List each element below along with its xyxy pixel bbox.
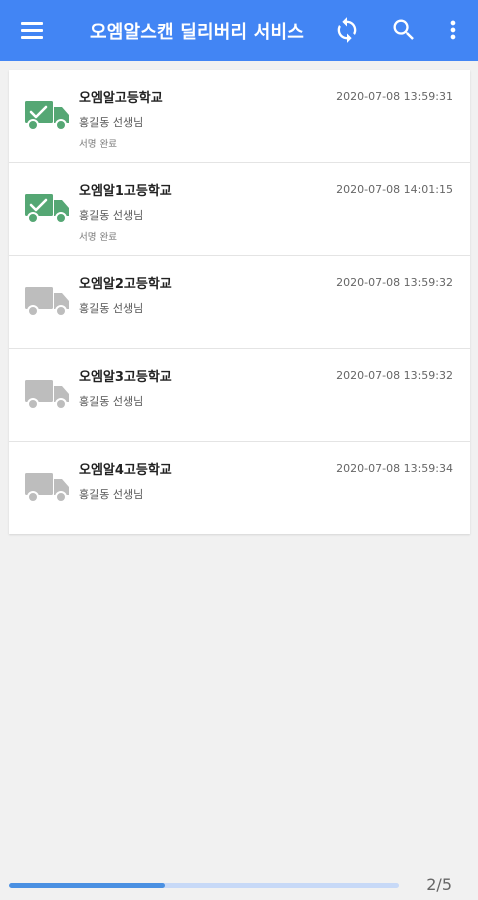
search-icon[interactable]: [390, 16, 418, 44]
truck-delivered-icon: [25, 194, 69, 224]
truck-delivered-icon: [25, 101, 69, 131]
truck-icon: [25, 287, 69, 317]
delivery-time: 2020-07-08 13:59:31: [336, 90, 453, 103]
progress-bar: [9, 883, 399, 888]
teacher-name: 홍길동 선생님: [79, 302, 144, 315]
sync-icon[interactable]: [333, 16, 361, 44]
delivery-list: 오엠알고등학교 2020-07-08 13:59:31 홍길동 선생님 서명 완…: [9, 70, 470, 534]
truck-icon: [25, 380, 69, 410]
school-name: 오엠알1고등학교: [79, 184, 172, 199]
bottom-bar: 2/5: [0, 870, 478, 900]
delivery-item[interactable]: 오엠알2고등학교 2020-07-08 13:59:32 홍길동 선생님: [9, 256, 470, 349]
page-indicator: 2/5: [426, 875, 452, 894]
school-name: 오엠알4고등학교: [79, 463, 172, 478]
delivery-time: 2020-07-08 13:59:34: [336, 462, 453, 475]
more-vert-icon[interactable]: [439, 16, 467, 44]
teacher-name: 홍길동 선생님: [79, 395, 144, 408]
delivery-item[interactable]: 오엠알4고등학교 2020-07-08 13:59:34 홍길동 선생님: [9, 442, 470, 534]
delivery-time: 2020-07-08 13:59:32: [336, 369, 453, 382]
delivery-item[interactable]: 오엠알3고등학교 2020-07-08 13:59:32 홍길동 선생님: [9, 349, 470, 442]
app-title: 오엠알스캔 딜리버리 서비스: [90, 22, 305, 43]
signature-status: 서명 완료: [79, 139, 117, 150]
teacher-name: 홍길동 선생님: [79, 209, 144, 222]
delivery-item[interactable]: 오엠알1고등학교 2020-07-08 14:01:15 홍길동 선생님 서명 …: [9, 163, 470, 256]
delivery-time: 2020-07-08 13:59:32: [336, 276, 453, 289]
hamburger-menu-icon[interactable]: [18, 19, 48, 43]
school-name: 오엠알고등학교: [79, 91, 163, 106]
delivery-time: 2020-07-08 14:01:15: [336, 183, 453, 196]
delivery-item[interactable]: 오엠알고등학교 2020-07-08 13:59:31 홍길동 선생님 서명 완…: [9, 70, 470, 163]
teacher-name: 홍길동 선생님: [79, 116, 144, 129]
app-bar: 오엠알스캔 딜리버리 서비스: [0, 0, 478, 61]
school-name: 오엠알2고등학교: [79, 277, 172, 292]
signature-status: 서명 완료: [79, 232, 117, 243]
truck-icon: [25, 473, 69, 503]
school-name: 오엠알3고등학교: [79, 370, 172, 385]
progress-fill: [9, 883, 165, 888]
teacher-name: 홍길동 선생님: [79, 488, 144, 501]
